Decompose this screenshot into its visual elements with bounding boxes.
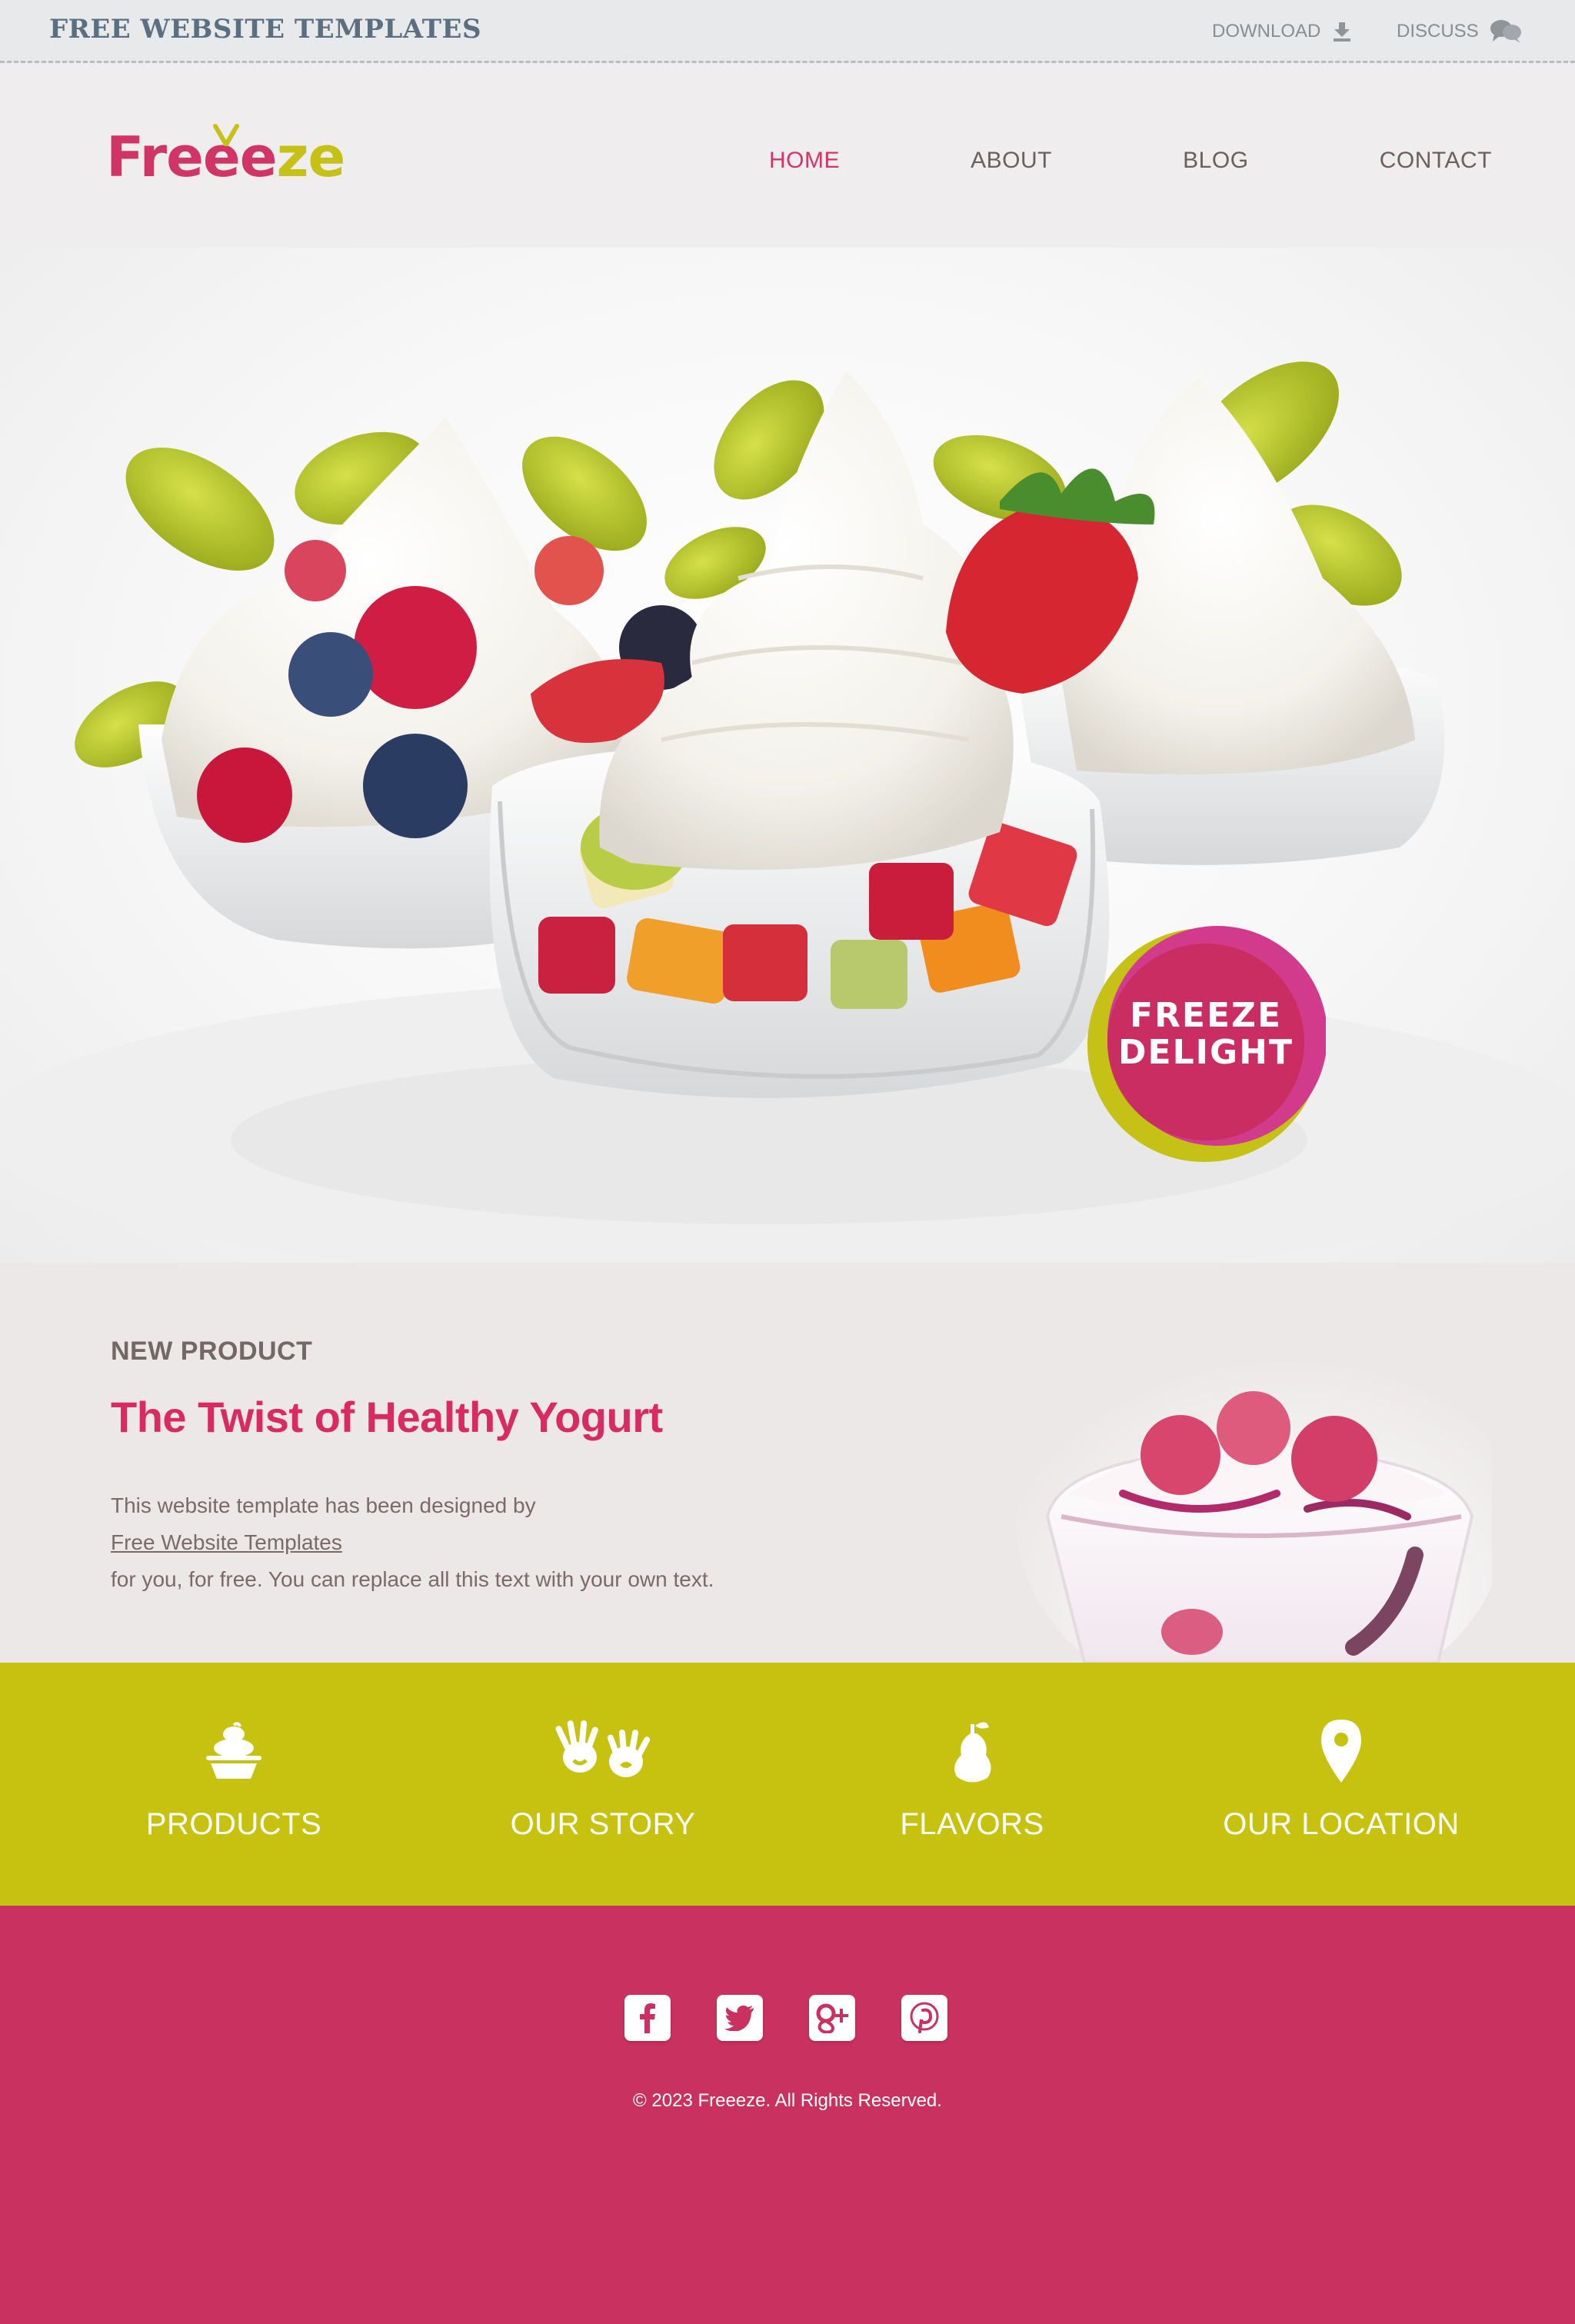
facebook-link[interactable] (624, 1995, 671, 2041)
feature-flavors-label: FLAVORS (900, 1807, 1044, 1841)
logo-main-text: Freee (106, 125, 278, 189)
social-links (624, 1995, 947, 2041)
feature-products[interactable]: PRODUCTS (49, 1716, 418, 1842)
pinterest-icon (910, 2002, 939, 2033)
discuss-link[interactable]: DISCUSS (1397, 18, 1522, 45)
site-footer: © 2023 Freeeze. All Rights Reserved. (0, 1906, 1575, 2324)
feature-flavors[interactable]: FLAVORS (788, 1716, 1157, 1842)
twitter-link[interactable] (717, 1995, 763, 2041)
nav-blog[interactable]: BLOG (1183, 148, 1248, 174)
nav-contact[interactable]: CONTACT (1380, 148, 1492, 174)
nav-about[interactable]: ABOUT (971, 148, 1052, 174)
pinterest-link[interactable] (901, 1995, 947, 2041)
pear-icon (954, 1722, 991, 1783)
discuss-label: DISCUSS (1397, 21, 1479, 42)
product-description: This website template has been designed … (111, 1487, 803, 1598)
badge-text: FREEZE DELIGHT (1106, 997, 1306, 1071)
badge-line-1: FREEZE (1129, 996, 1282, 1035)
map-pin-icon (1321, 1720, 1361, 1783)
feature-products-label: PRODUCTS (145, 1807, 322, 1841)
cupcake-icon (206, 1722, 261, 1779)
raspberry-yogurt-image (1015, 1317, 1492, 1663)
copyright-text: © 2023 Freeeze. All Rights Reserved. (633, 2090, 942, 2111)
download-label: DOWNLOAD (1212, 21, 1321, 42)
product-heading: The Twist of Healthy Yogurt (111, 1393, 663, 1441)
speech-bubbles-icon (1490, 20, 1521, 43)
twitter-icon (724, 2005, 754, 2031)
download-arrow-icon (1334, 22, 1351, 42)
feature-our-location-label: OUR LOCATION (1223, 1807, 1460, 1841)
features-bar: PRODUCTS OUR STORY FLAVORS OUR LOCATION (0, 1663, 1575, 1906)
main-nav: HOME ABOUT BLOG CONTACT (769, 148, 1492, 174)
logo-accent-text: ze (276, 125, 346, 189)
hands-icon (555, 1720, 651, 1777)
download-link[interactable]: DOWNLOAD (1212, 18, 1353, 45)
nav-home[interactable]: HOME (769, 148, 840, 174)
google-plus-link[interactable] (809, 1995, 855, 2041)
sprout-icon (213, 124, 239, 146)
description-line-1: This website template has been designed … (111, 1493, 536, 1517)
top-strip: FREE WEBSITE TEMPLATES DOWNLOAD DISCUSS (0, 0, 1575, 63)
feature-our-story-label: OUR STORY (510, 1807, 696, 1841)
templates-brand[interactable]: FREE WEBSITE TEMPLATES (49, 14, 481, 45)
new-product-label: NEW PRODUCT (111, 1337, 313, 1366)
badge-line-2: DELIGHT (1118, 1033, 1294, 1072)
google-plus-icon (816, 2003, 848, 2033)
free-website-templates-link[interactable]: Free Website Templates (111, 1530, 342, 1554)
feature-our-location[interactable]: OUR LOCATION (1157, 1716, 1526, 1842)
site-header: Freeeze HOME ABOUT BLOG CONTACT (0, 63, 1575, 248)
hero-banner: FREEZE DELIGHT (0, 248, 1575, 1263)
new-product-section: NEW PRODUCT The Twist of Healthy Yogurt … (0, 1263, 1575, 1663)
feature-our-story[interactable]: OUR STORY (418, 1716, 788, 1842)
description-line-3: for you, for free. You can replace all t… (111, 1567, 714, 1591)
facebook-icon (640, 2003, 655, 2033)
hero-frozen-yogurt-image (0, 361, 1575, 1263)
